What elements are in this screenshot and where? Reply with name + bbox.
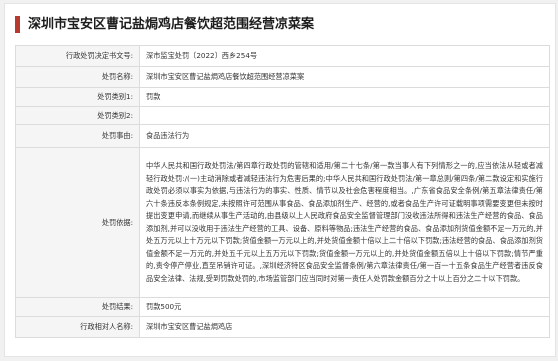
detail-page: 深圳市宝安区曹记盐焗鸡店餐饮超范围经营凉菜案 行政处罚决定书文号: 深市监宝处罚…: [4, 3, 556, 357]
row-label: 行政相对人名称:: [15, 316, 140, 338]
row-label: 处罚依据:: [15, 147, 140, 298]
table-row: 处罚依据: 中华人民共和国行政处罚法/第四章行政处罚的管辖和适用/第二十七条/第…: [15, 147, 550, 298]
table-row: 处罚名称: 深圳市宝安区曹记盐焗鸡店餐饮超范围经营凉菜案: [15, 66, 550, 88]
decision-number-value: 深市监宝处罚〔2022〕西乡254号: [139, 45, 550, 67]
table-row: 处罚类别2:: [15, 106, 550, 125]
penalty-reason-value: 食品违法行为: [139, 124, 550, 148]
counterparty-name-value: 深圳市宝安区曹记盐焗鸡店: [139, 316, 550, 338]
penalty-result-value: 罚款500元: [139, 297, 550, 317]
row-label: 行政处罚决定书文号:: [15, 45, 140, 67]
table-row: 行政相对人名称: 深圳市宝安区曹记盐焗鸡店: [15, 316, 550, 338]
row-label: 处罚类别1:: [15, 87, 140, 107]
row-label: 处罚名称:: [15, 66, 140, 88]
penalty-basis-value: 中华人民共和国行政处罚法/第四章行政处罚的管辖和适用/第二十七条/第一款当事人有…: [139, 147, 550, 298]
row-label: 处罚类别2:: [15, 106, 140, 125]
table-row: 处罚结果: 罚款500元: [15, 297, 550, 317]
title-accent-bar: [15, 16, 20, 33]
penalty-category2-value: [139, 106, 550, 125]
table-row: 处罚事由: 食品违法行为: [15, 124, 550, 148]
row-label: 处罚事由:: [15, 124, 140, 148]
penalty-category1-value: 罚款: [139, 87, 550, 107]
penalty-name-value: 深圳市宝安区曹记盐焗鸡店餐饮超范围经营凉菜案: [139, 66, 550, 88]
page-header: 深圳市宝安区曹记盐焗鸡店餐饮超范围经营凉菜案: [15, 14, 545, 36]
table-row: 处罚类别1: 罚款: [15, 87, 550, 107]
page-title: 深圳市宝安区曹记盐焗鸡店餐饮超范围经营凉菜案: [28, 17, 315, 32]
penalty-info-table: 行政处罚决定书文号: 深市监宝处罚〔2022〕西乡254号 处罚名称: 深圳市宝…: [15, 45, 550, 338]
table-row: 行政处罚决定书文号: 深市监宝处罚〔2022〕西乡254号: [15, 45, 550, 67]
row-label: 处罚结果:: [15, 297, 140, 317]
